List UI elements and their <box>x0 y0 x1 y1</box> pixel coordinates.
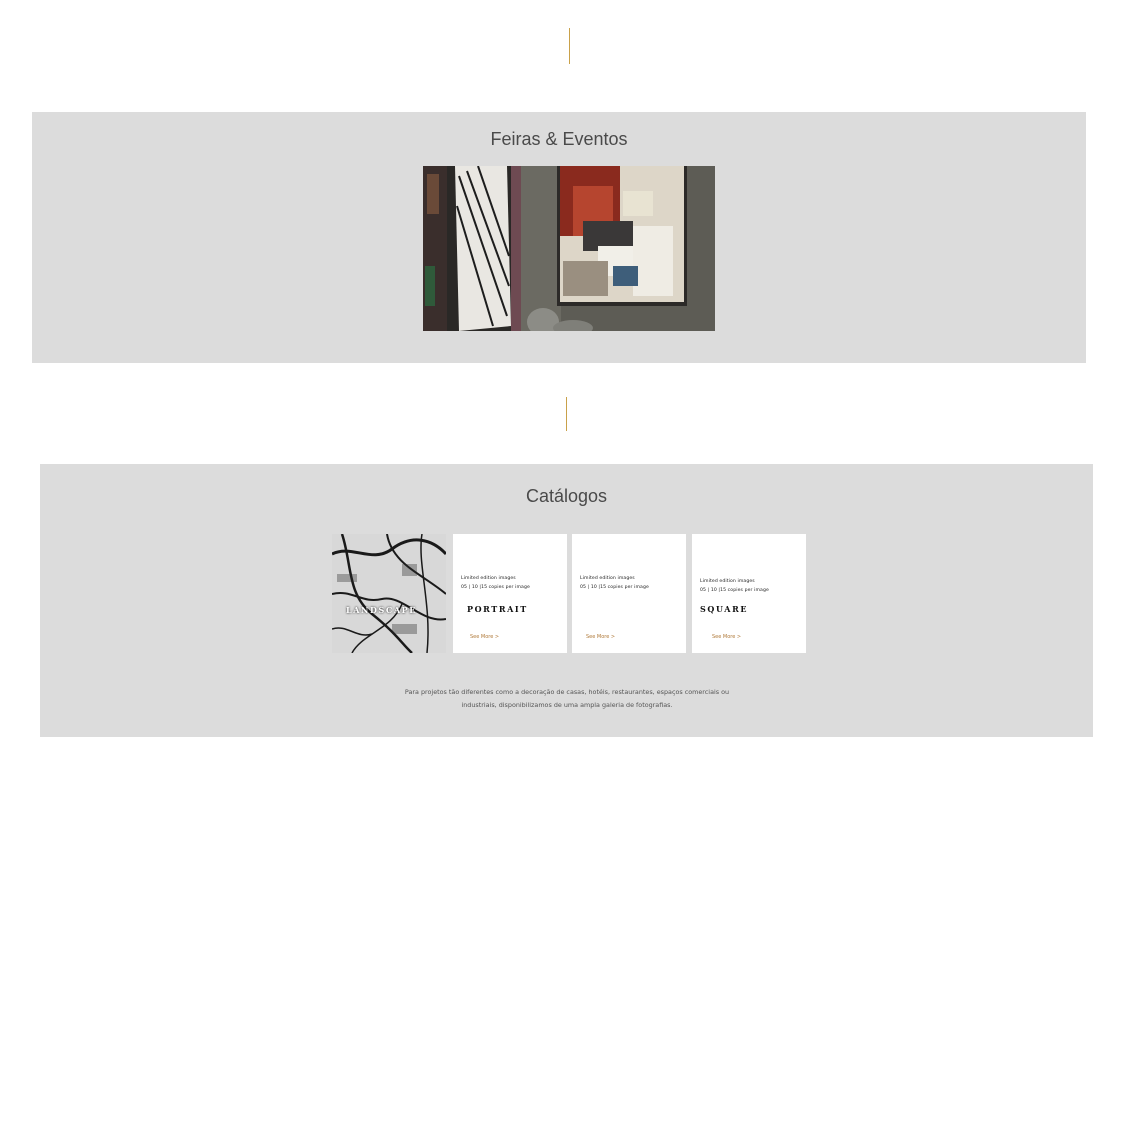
catalog-card-square[interactable]: Limited edition images 05 | 10 |15 copie… <box>692 534 806 653</box>
card-portrait-meta: Limited edition images 05 | 10 |15 copie… <box>461 574 530 592</box>
catalog-card-portrait[interactable]: Limited edition images 05 | 10 |15 copie… <box>453 534 567 653</box>
card-3-meta: Limited edition images 05 | 10 |15 copie… <box>580 574 649 592</box>
catalog-card-3[interactable]: Limited edition images 05 | 10 |15 copie… <box>572 534 686 653</box>
card-3-see-more-link[interactable]: See More > <box>586 634 615 640</box>
card-portrait-edition: Limited edition images <box>461 576 516 581</box>
top-divider-line <box>569 28 570 64</box>
card-square-see-more-link[interactable]: See More > <box>712 634 741 640</box>
card-portrait-label: PORTRAIT <box>467 604 528 614</box>
card-portrait-copies: 05 | 10 |15 copies per image <box>461 585 530 590</box>
card-3-edition: Limited edition images <box>580 576 635 581</box>
card-square-label: SQUARE <box>700 604 749 614</box>
events-photo[interactable] <box>423 166 715 331</box>
catalogs-description-line1: Para projetos tão diferentes como a deco… <box>404 688 730 696</box>
catalogs-description-line2: industriais, disponibilizamos de uma amp… <box>461 701 673 709</box>
catalogs-description: Para projetos tão diferentes como a deco… <box>300 686 834 712</box>
card-landscape-label: LANDSCAPE <box>346 605 417 615</box>
middle-divider-line <box>566 397 567 431</box>
landscape-cover-image <box>332 534 446 653</box>
card-square-copies: 05 | 10 |15 copies per image <box>700 588 769 593</box>
card-square-edition: Limited edition images <box>700 579 755 584</box>
card-portrait-see-more-link[interactable]: See More > <box>470 634 499 640</box>
catalog-card-landscape[interactable]: LANDSCAPE <box>332 534 446 653</box>
catalogs-title: Catálogos <box>525 486 608 506</box>
events-title: Feiras & Eventos <box>490 129 628 149</box>
card-square-meta: Limited edition images 05 | 10 |15 copie… <box>700 577 769 595</box>
card-3-copies: 05 | 10 |15 copies per image <box>580 585 649 590</box>
